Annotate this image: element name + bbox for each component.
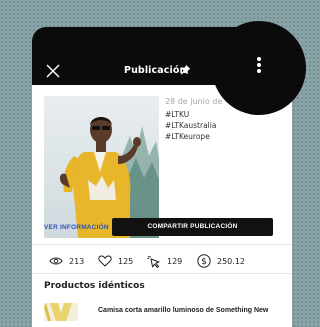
divider — [32, 273, 292, 274]
product-thumbnail — [44, 303, 78, 321]
hashtag[interactable]: #LTKeurope — [165, 131, 245, 142]
likes-count: 125 — [118, 256, 134, 266]
clicks-count: 129 — [167, 256, 183, 266]
eye-icon — [49, 257, 63, 265]
cursor-click-icon — [147, 255, 160, 268]
post-photo[interactable] — [44, 96, 159, 238]
share-post-button[interactable]: COMPARTIR PUBLICACIÓN — [112, 218, 273, 236]
identical-products-heading: Productos idénticos — [44, 281, 145, 291]
product-list-item[interactable]: Camisa corta amarillo luminoso de Someth… — [44, 303, 284, 323]
post-hashtags: #LTKU #LTKaustralia #LTKeurope — [165, 109, 245, 142]
dollar-icon: $ — [197, 254, 211, 268]
hashtag[interactable]: #LTKU — [165, 109, 245, 120]
svg-text:$: $ — [201, 257, 207, 267]
hashtag[interactable]: #LTKaustralia — [165, 120, 245, 131]
clicks-stat: 129 — [147, 253, 182, 269]
heart-icon — [98, 255, 112, 267]
views-stat: 213 — [49, 253, 84, 269]
view-details-link[interactable]: VER INFORMACIÓN — [44, 224, 109, 231]
views-count: 213 — [69, 256, 85, 266]
close-icon[interactable] — [46, 64, 60, 78]
page-title: Publicación — [124, 65, 187, 76]
divider — [32, 244, 292, 245]
more-options-button[interactable] — [213, 22, 305, 114]
product-name: Camisa corta amarillo luminoso de Someth… — [98, 307, 269, 314]
earnings-amount: 250.12 — [217, 256, 245, 266]
more-vertical-icon — [257, 57, 261, 61]
pin-icon — [180, 64, 191, 75]
earnings-stat: $ 250.12 — [197, 253, 245, 269]
post-date: 28 de junio de — [165, 97, 223, 106]
likes-stat: 125 — [98, 253, 133, 269]
